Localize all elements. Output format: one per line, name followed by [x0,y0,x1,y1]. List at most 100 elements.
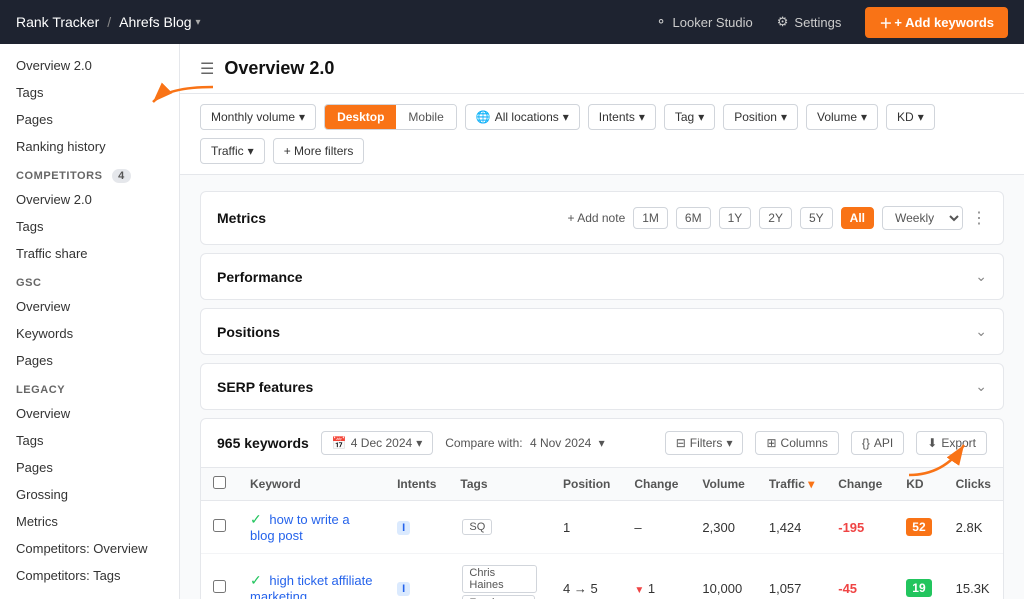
row1-kd-cell: 52 [894,501,943,554]
export-button[interactable]: ⬇ Export [916,431,987,455]
sidebar-item-legacy-tags[interactable]: Tags [0,427,179,454]
row2-intent-badge: I [397,582,410,596]
all-locations-filter[interactable]: 🌐 All locations ▾ [465,104,580,130]
time-6m-button[interactable]: 6M [676,207,711,229]
top-navigation: Rank Tracker / Ahrefs Blog ▾ ⚬ Looker St… [0,0,1024,44]
api-button[interactable]: {} API [851,431,904,455]
kd-chevron-icon: ▾ [918,110,924,124]
performance-section: Performance ⌄ [200,253,1004,300]
performance-section-header[interactable]: Performance ⌄ [201,254,1003,299]
sidebar-item-pages-main[interactable]: Pages [0,106,179,133]
traffic-column-header[interactable]: Traffic ▾ [757,468,826,501]
metrics-more-icon[interactable]: ⋮ [971,208,987,228]
sidebar-item-legacy-pages[interactable]: Pages [0,454,179,481]
volume-column-header: Volume [690,468,756,501]
sidebar-item-overview-main[interactable]: Overview 2.0 [0,52,179,79]
row2-kd-badge: 19 [906,579,931,597]
row2-checkbox[interactable] [213,580,226,593]
intents-column-header: Intents [385,468,448,501]
select-all-header [201,468,238,501]
filters-button[interactable]: ⊟ Filters ▾ [665,431,744,455]
row2-keyword-cell: ✓ high ticket affiliate marketing [238,554,385,599]
competitors-section-label: Competitors 4 [0,160,179,186]
sidebar-item-competitors-tags-legacy[interactable]: Competitors: Tags [0,562,179,589]
project-chevron-icon[interactable]: ▾ [196,17,201,28]
volume-filter[interactable]: Volume ▾ [806,104,878,130]
brand-area: Rank Tracker / Ahrefs Blog ▾ [16,14,201,30]
position-column-header[interactable]: Position [551,468,622,501]
change-column-header: Change [622,468,690,501]
legacy-section-label: Legacy [0,374,179,400]
columns-button[interactable]: ⊞ Columns [755,431,838,455]
metrics-section-header[interactable]: Metrics + Add note 1M 6M 1Y 2Y 5Y All We… [201,192,1003,244]
api-icon: {} [862,436,870,450]
sidebar-item-traffic-share[interactable]: Traffic share [0,240,179,267]
performance-title: Performance [217,269,303,285]
keywords-count: 965 keywords [217,435,309,451]
sidebar-item-competitors-tags[interactable]: Tags [0,213,179,240]
row1-keyword-link[interactable]: how to write a blog post [250,512,350,543]
date-chevron-icon: ▾ [416,436,422,450]
serp-chevron-icon: ⌄ [975,378,987,395]
sidebar-item-gsc-keywords[interactable]: Keywords [0,320,179,347]
date-selector-button[interactable]: 📅 4 Dec 2024 ▾ [321,431,433,455]
add-icon: ＋ [879,13,892,32]
sidebar-item-ranking-history[interactable]: Ranking history [0,133,179,160]
looker-studio-link[interactable]: ⚬ Looker Studio [656,14,753,30]
traffic-filter[interactable]: Traffic ▾ [200,138,265,164]
performance-chevron-icon: ⌄ [975,268,987,285]
time-all-button[interactable]: All [841,207,874,229]
row2-keyword-link[interactable]: high ticket affiliate marketing [250,573,372,599]
more-filters-button[interactable]: + More filters [273,138,365,164]
time-2y-button[interactable]: 2Y [759,207,792,229]
clicks-column-header: Clicks [944,468,1003,501]
serp-section: SERP features ⌄ [200,363,1004,410]
sidebar: Overview 2.0 Tags Pages Ranking history … [0,44,180,599]
positions-chevron-icon: ⌄ [975,323,987,340]
row1-checkbox[interactable] [213,519,226,532]
sidebar-item-grossing[interactable]: Grossing [0,481,179,508]
metrics-section: Metrics + Add note 1M 6M 1Y 2Y 5Y All We… [200,191,1004,245]
time-5y-button[interactable]: 5Y [800,207,833,229]
tag-filter[interactable]: Tag ▾ [664,104,715,130]
desktop-button[interactable]: Desktop [325,105,396,129]
app-name: Rank Tracker [16,14,99,30]
keyword-column-header[interactable]: Keyword [238,468,385,501]
monthly-volume-filter[interactable]: Monthly volume ▾ [200,104,316,130]
page-header: ☰ Overview 2.0 [180,44,1024,94]
hamburger-icon[interactable]: ☰ [200,59,214,79]
down-arrow-icon: ▼ [634,585,644,596]
row1-tags-cell: SQ [448,501,551,554]
intents-filter[interactable]: Intents ▾ [588,104,656,130]
sort-icon: ▾ [808,477,814,491]
sidebar-item-legacy-overview[interactable]: Overview [0,400,179,427]
select-all-checkbox[interactable] [213,476,226,489]
row2-verified-icon: ✓ [250,572,262,588]
settings-link[interactable]: ⚙ Settings [777,14,842,30]
row1-checkbox-cell [201,501,238,554]
compare-label: Compare with: 4 Nov 2024 ▾ [445,436,604,450]
columns-icon: ⊞ [766,436,776,450]
row1-change-cell: – [622,501,690,554]
mobile-button[interactable]: Mobile [396,105,455,129]
row1-position-cell: 1 [551,501,622,554]
position-filter[interactable]: Position ▾ [723,104,798,130]
positions-section-header[interactable]: Positions ⌄ [201,309,1003,354]
serp-section-header[interactable]: SERP features ⌄ [201,364,1003,409]
sidebar-item-gsc-pages[interactable]: Pages [0,347,179,374]
row1-traffic-cell: 1,424 [757,501,826,554]
time-1y-button[interactable]: 1Y [719,207,752,229]
add-keywords-button[interactable]: ＋ + Add keywords [865,7,1008,38]
kd-filter[interactable]: KD ▾ [886,104,935,130]
device-selector: Desktop Mobile [324,104,457,130]
period-select[interactable]: Weekly Daily Monthly [882,206,963,230]
sidebar-item-tags-main[interactable]: Tags [0,79,179,106]
add-note-button[interactable]: + Add note [568,211,626,225]
time-1m-button[interactable]: 1M [633,207,668,229]
row2-traffic-change: -45 [838,581,857,596]
row1-keyword-cell: ✓ how to write a blog post [238,501,385,554]
sidebar-item-gsc-overview[interactable]: Overview [0,293,179,320]
sidebar-item-competitors-overview[interactable]: Overview 2.0 [0,186,179,213]
sidebar-item-competitors-overview-legacy[interactable]: Competitors: Overview [0,535,179,562]
sidebar-item-metrics[interactable]: Metrics [0,508,179,535]
